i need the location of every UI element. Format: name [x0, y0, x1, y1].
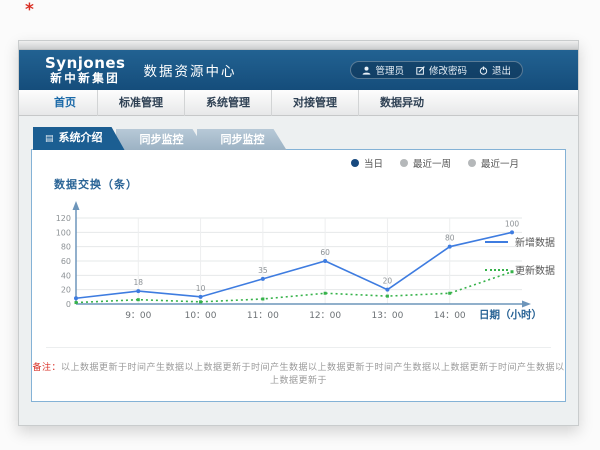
- footnote: 备注：以上数据更新于时间产生数据以上数据更新于时间产生数据以上数据更新于时间产生…: [32, 360, 565, 386]
- y-tick-label: 100: [56, 228, 71, 237]
- tab-sync-monitor-2[interactable]: 同步监控: [197, 129, 287, 150]
- mockup-stage: * Synjones 新中新集团 数据资源中心 管理员: [0, 0, 600, 450]
- x-tick-label: 11：00: [247, 311, 279, 321]
- data-point-label: 18: [134, 278, 144, 287]
- power-icon: [479, 66, 488, 75]
- range-label: 最近一月: [481, 156, 519, 170]
- app-window: Synjones 新中新集团 数据资源中心 管理员 修改密码: [18, 40, 579, 426]
- nav-item-home[interactable]: 首页: [33, 90, 98, 116]
- y-tick-label: 0: [66, 300, 71, 309]
- footnote-prefix: 备注：: [32, 363, 61, 373]
- brand-logo-primary: Synjones: [45, 55, 126, 72]
- page-title: 数据资源中心: [144, 60, 237, 80]
- y-tick-label: 120: [56, 214, 71, 223]
- app-header: Synjones 新中新集团 数据资源中心 管理员 修改密码: [19, 50, 578, 90]
- data-point-label: 20: [383, 277, 393, 286]
- panel-divider: [46, 347, 551, 348]
- tab-label: 同步监控: [140, 133, 184, 146]
- range-label: 当日: [364, 156, 383, 170]
- nav-item-standard-mgmt[interactable]: 标准管理: [98, 90, 185, 116]
- chart-x-axis-title: 日期（小时）: [479, 308, 542, 321]
- nav-item-system-mgmt[interactable]: 系统管理: [185, 90, 272, 116]
- current-user[interactable]: 管理员: [362, 63, 404, 77]
- change-password-button[interactable]: 修改密码: [416, 63, 467, 77]
- time-range-filter: 当日 最近一周 最近一月: [351, 156, 519, 170]
- data-exchange-line-chart: 0 20 40 60 80 100 120 9：00 10：00 11：00 12：00 13：00 1…: [44, 198, 544, 334]
- x-tick-label: 9：00: [125, 311, 151, 321]
- window-top-strip: [19, 41, 578, 50]
- form-icon: ▤: [45, 134, 54, 144]
- edit-icon: [416, 66, 425, 75]
- y-axis-arrow-icon: [73, 201, 80, 210]
- main-nav: 首页 标准管理 系统管理 对接管理 数据异动: [19, 90, 578, 116]
- x-tick-label: 14：00: [434, 311, 466, 321]
- data-point: [385, 288, 389, 292]
- footnote-text: 以上数据更新于时间产生数据以上数据更新于时间产生数据以上数据更新于时间产生数据以…: [61, 363, 565, 386]
- data-point: [136, 289, 140, 293]
- data-point: [323, 259, 327, 263]
- logout-button[interactable]: 退出: [479, 63, 511, 77]
- nav-item-interface-mgmt[interactable]: 对接管理: [272, 90, 359, 116]
- data-point-label: 35: [258, 266, 268, 275]
- data-point: [75, 301, 78, 304]
- x-tick-label: 10：00: [185, 311, 217, 321]
- solid-line-icon: [485, 241, 508, 243]
- dotted-line-icon: [485, 269, 508, 271]
- data-point: [74, 296, 78, 300]
- tab-label: 同步监控: [221, 133, 265, 146]
- data-point-label: 100: [505, 219, 520, 228]
- legend-item-updated-data: 更新数据: [485, 262, 555, 277]
- data-point: [324, 292, 327, 295]
- y-tick-label: 40: [61, 271, 71, 280]
- user-label: 管理员: [375, 63, 404, 77]
- radio-icon: [351, 159, 359, 167]
- y-tick-label: 80: [61, 243, 71, 252]
- legend-item-new-data: 新增数据: [485, 234, 555, 249]
- brand-logo: Synjones 新中新集团: [45, 55, 126, 84]
- logout-label: 退出: [492, 63, 511, 77]
- range-option-today[interactable]: 当日: [351, 156, 383, 170]
- range-option-last-week[interactable]: 最近一周: [400, 156, 451, 170]
- data-point: [386, 295, 389, 298]
- data-point: [137, 298, 140, 301]
- data-point: [261, 277, 265, 281]
- content-area: ▤ 系统介绍 同步监控 同步监控 当日 最近一周: [19, 129, 578, 402]
- y-tick-label: 20: [61, 286, 71, 295]
- tab-sync-monitor-1[interactable]: 同步监控: [116, 129, 206, 150]
- brand-logo-secondary: 新中新集团: [45, 72, 126, 85]
- y-tick-label: 60: [61, 257, 71, 266]
- range-label: 最近一周: [413, 156, 451, 170]
- tab-bar: ▤ 系统介绍 同步监控 同步监控: [33, 129, 578, 150]
- data-point: [261, 297, 264, 300]
- radio-icon: [400, 159, 408, 167]
- range-option-last-month[interactable]: 最近一月: [468, 156, 519, 170]
- chart-legend: 新增数据 更新数据: [485, 234, 555, 277]
- tab-system-intro[interactable]: ▤ 系统介绍: [33, 127, 125, 150]
- radio-icon: [468, 159, 476, 167]
- data-point-label: 10: [196, 284, 206, 293]
- change-password-label: 修改密码: [429, 63, 467, 77]
- data-point-label: 80: [445, 234, 455, 243]
- legend-label: 更新数据: [515, 262, 555, 277]
- user-icon: [362, 66, 371, 75]
- nav-item-data-change[interactable]: 数据异动: [359, 90, 445, 116]
- tab-label: 系统介绍: [59, 131, 103, 144]
- data-point: [199, 300, 202, 303]
- data-point: [199, 295, 203, 299]
- legend-label: 新增数据: [515, 234, 555, 249]
- data-point: [448, 292, 451, 295]
- user-toolbar: 管理员 修改密码 退出: [350, 61, 523, 79]
- x-tick-label: 13：00: [371, 311, 403, 321]
- series-line-1: [76, 272, 512, 303]
- data-point-label: 60: [320, 248, 330, 257]
- chart-y-axis-title: 数据交换（条）: [54, 176, 138, 192]
- x-tick-label: 12：00: [309, 311, 341, 321]
- chart-panel: 当日 最近一周 最近一月 数据交换（条） 0 20 40 60 80 100 120 9：00…: [31, 149, 566, 402]
- x-axis-arrow-icon: [522, 301, 531, 308]
- data-point: [448, 245, 452, 249]
- corner-asterisk-mark: *: [25, 0, 34, 20]
